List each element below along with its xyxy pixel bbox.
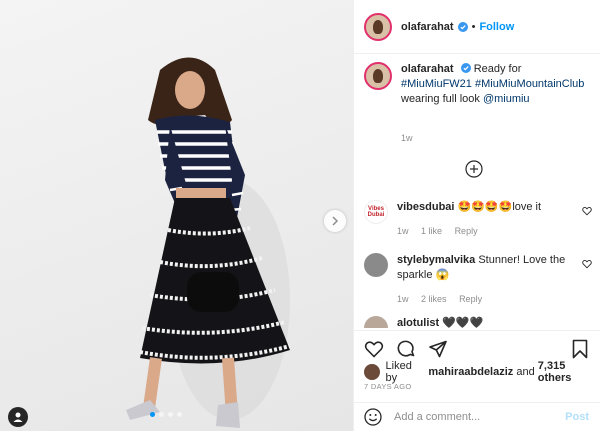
post-caption: olafarahat Ready for #MiuMiuFW21 #MiuMiu… xyxy=(364,62,592,107)
comment-body: vibesdubai 🤩🤩🤩🤩love it 1w 1 like Reply xyxy=(397,200,592,239)
comment-time: 1w xyxy=(397,226,409,236)
comment-likes[interactable]: 1 like xyxy=(421,226,442,236)
reply-button[interactable]: Reply xyxy=(459,294,482,304)
post-photo[interactable] xyxy=(0,0,353,431)
bookmark-icon[interactable] xyxy=(571,339,589,359)
user-tag-button[interactable] xyxy=(8,407,28,427)
comment-meta: 1w 1 like Reply xyxy=(397,224,592,239)
liker-username[interactable]: mahiraabdelaziz xyxy=(428,366,513,378)
post-header: olafarahat • Follow xyxy=(354,0,600,54)
likes-count[interactable]: 7,315 others xyxy=(538,360,600,384)
likes-and: and xyxy=(516,366,535,378)
liker-avatar[interactable] xyxy=(364,364,380,380)
caption-text: olafarahat Ready for #MiuMiuFW21 #MiuMiu… xyxy=(401,62,592,107)
commenter-username[interactable]: alotulist xyxy=(397,317,439,328)
post-side-panel: olafarahat • Follow olafarahat Ready for… xyxy=(353,0,600,431)
caption-time: 1w xyxy=(401,133,413,143)
caption-avatar[interactable] xyxy=(364,62,392,90)
comment-item: alotulist 🖤🖤🖤 xyxy=(364,316,592,328)
hashtag-link[interactable]: #MiuMiuFW21 xyxy=(401,78,472,90)
comment-item: Vibes Dubai vibesdubai 🤩🤩🤩🤩love it 1w 1 … xyxy=(364,200,592,239)
hashtag-link[interactable]: #MiuMiuMountainClub xyxy=(475,78,584,90)
model-figure xyxy=(126,57,291,428)
author-username[interactable]: olafarahat xyxy=(401,21,454,33)
comment-likes[interactable]: 2 likes xyxy=(421,294,447,304)
commenter-avatar[interactable] xyxy=(364,316,388,328)
paper-plane-icon[interactable] xyxy=(428,339,448,359)
comment-body: alotulist 🖤🖤🖤 xyxy=(397,316,592,328)
likes-summary: Liked by mahiraabdelaziz and 7,315 other… xyxy=(364,360,600,384)
next-photo-button[interactable] xyxy=(324,210,346,232)
commenter-username[interactable]: vibesdubai xyxy=(397,201,454,213)
commenter-avatar[interactable] xyxy=(364,253,388,277)
verified-badge-icon xyxy=(457,21,468,32)
post-comment-button[interactable]: Post xyxy=(565,411,589,423)
carousel-dot xyxy=(159,412,164,417)
chevron-right-icon xyxy=(332,216,339,226)
comment-text: 🤩🤩🤩🤩love it xyxy=(457,201,542,213)
commenter-username[interactable]: stylebymalvika xyxy=(397,254,475,266)
heart-icon[interactable] xyxy=(582,206,592,216)
add-comment-bar: Post xyxy=(354,402,600,431)
follow-button[interactable]: Follow xyxy=(479,21,514,33)
verified-badge-icon xyxy=(460,63,471,73)
comment-text: 🖤🖤🖤 xyxy=(442,317,484,328)
caption-username[interactable]: olafarahat xyxy=(401,63,454,75)
mention-link[interactable]: @miumiu xyxy=(483,93,530,105)
heart-icon[interactable] xyxy=(364,339,384,359)
carousel-dots xyxy=(150,412,182,417)
smiley-icon[interactable] xyxy=(364,408,382,426)
likes-prefix: Liked by xyxy=(385,360,412,384)
comment-icon[interactable] xyxy=(396,339,416,359)
carousel-dot xyxy=(168,412,173,417)
comment-meta: 1w 2 likes Reply xyxy=(397,292,592,307)
user-tag-icon xyxy=(13,412,23,422)
comment-body: stylebymalvika Stunner! Love the sparkle… xyxy=(397,253,592,307)
carousel-dot xyxy=(150,412,155,417)
separator-dot: • xyxy=(471,20,476,33)
reply-button[interactable]: Reply xyxy=(455,226,478,236)
comment-input[interactable] xyxy=(394,411,566,423)
author-avatar[interactable] xyxy=(364,12,392,41)
caption-mid: wearing full look xyxy=(401,93,480,105)
commenter-avatar[interactable]: Vibes Dubai xyxy=(364,200,388,224)
caption-intro: Ready for xyxy=(473,63,522,75)
plus-circle-icon[interactable] xyxy=(465,160,483,178)
heart-icon[interactable] xyxy=(582,259,592,269)
post-date: 7 DAYS AGO xyxy=(364,382,412,391)
comment-time: 1w xyxy=(397,294,409,304)
comment-item: stylebymalvika Stunner! Love the sparkle… xyxy=(364,253,592,307)
carousel-dot xyxy=(177,412,182,417)
